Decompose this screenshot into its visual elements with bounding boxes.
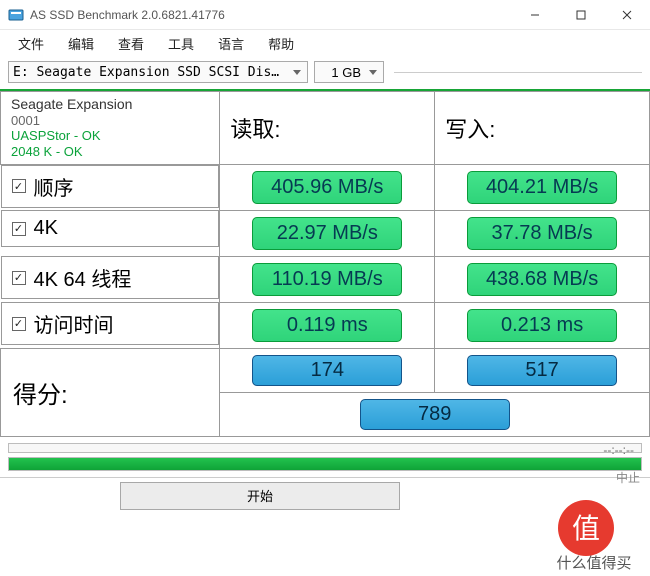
menu-view[interactable]: 查看 bbox=[108, 32, 154, 55]
checkbox-seq[interactable]: ✓ bbox=[12, 179, 26, 193]
row-access: ✓ 访问时间 bbox=[1, 302, 220, 345]
value-seq-write: 404.21 MB/s bbox=[467, 171, 617, 204]
close-button[interactable] bbox=[604, 0, 650, 30]
window-title: AS SSD Benchmark 2.0.6821.41776 bbox=[30, 8, 512, 22]
cell-seq-read: 405.96 MB/s bbox=[220, 164, 435, 210]
progress-bar bbox=[8, 443, 642, 453]
start-button-label: 开始 bbox=[247, 486, 273, 505]
results-table: Seagate Expansion 0001 UASPStor - OK 204… bbox=[0, 91, 650, 437]
watermark-logo-text: 值 bbox=[572, 513, 600, 545]
toolbar: E: Seagate Expansion SSD SCSI Dis… 1 GB bbox=[0, 57, 650, 91]
menu-language[interactable]: 语言 bbox=[208, 32, 254, 55]
size-select[interactable]: 1 GB bbox=[314, 61, 384, 83]
cell-4k64-read: 110.19 MB/s bbox=[220, 256, 435, 302]
elapsed-time: --:--:-- bbox=[603, 443, 634, 457]
toolbar-spacer bbox=[394, 72, 642, 73]
drive-select[interactable]: E: Seagate Expansion SSD SCSI Dis… bbox=[8, 61, 308, 83]
cell-access-read: 0.119 ms bbox=[220, 302, 435, 348]
checkbox-4k64[interactable]: ✓ bbox=[12, 271, 26, 285]
value-4k64-read: 110.19 MB/s bbox=[252, 263, 402, 296]
cell-4k64-write: 438.68 MB/s bbox=[435, 256, 650, 302]
title-bar: AS SSD Benchmark 2.0.6821.41776 bbox=[0, 0, 650, 30]
value-4k-write: 37.78 MB/s bbox=[467, 217, 617, 250]
cell-4k-read: 22.97 MB/s bbox=[220, 210, 435, 256]
checkbox-access[interactable]: ✓ bbox=[12, 317, 26, 331]
row-4k: ✓ 4K bbox=[1, 210, 220, 247]
value-4k-read: 22.97 MB/s bbox=[252, 217, 402, 250]
value-access-read: 0.119 ms bbox=[252, 309, 402, 342]
app-icon bbox=[8, 7, 24, 23]
label-4k64: 4K 64 线程 bbox=[34, 263, 132, 292]
menu-file[interactable]: 文件 bbox=[8, 32, 54, 55]
header-read: 读取: bbox=[220, 92, 435, 165]
label-seq: 顺序 bbox=[34, 172, 74, 201]
device-driver-status: UASPStor - OK bbox=[11, 128, 209, 144]
cell-score-total: 789 bbox=[220, 392, 650, 436]
menu-bar: 文件 编辑 查看 工具 语言 帮助 bbox=[0, 30, 650, 57]
menu-edit[interactable]: 编辑 bbox=[58, 32, 104, 55]
window-buttons bbox=[512, 0, 650, 30]
row-4k64: ✓ 4K 64 线程 bbox=[1, 256, 220, 299]
cell-seq-write: 404.21 MB/s bbox=[435, 164, 650, 210]
value-score-total: 789 bbox=[360, 399, 510, 430]
device-name: Seagate Expansion bbox=[11, 96, 209, 113]
value-score-read: 174 bbox=[252, 355, 402, 386]
value-seq-read: 405.96 MB/s bbox=[252, 171, 402, 204]
drive-select-value: E: Seagate Expansion SSD SCSI Dis… bbox=[13, 65, 279, 80]
watermark-badge: 值 什么值得买 中止 bbox=[510, 456, 650, 576]
device-alignment-status: 2048 K - OK bbox=[11, 144, 209, 160]
menu-tools[interactable]: 工具 bbox=[158, 32, 204, 55]
header-write: 写入: bbox=[435, 92, 650, 165]
maximize-button[interactable] bbox=[558, 0, 604, 30]
device-info-cell: Seagate Expansion 0001 UASPStor - OK 204… bbox=[1, 92, 220, 165]
cell-score-read: 174 bbox=[220, 348, 435, 392]
value-score-write: 517 bbox=[467, 355, 617, 386]
start-button[interactable]: 开始 bbox=[120, 482, 400, 510]
label-access: 访问时间 bbox=[34, 309, 114, 338]
cell-score-write: 517 bbox=[435, 348, 650, 392]
score-label: 得分: bbox=[1, 348, 220, 436]
row-seq: ✓ 顺序 bbox=[1, 165, 220, 208]
checkbox-4k[interactable]: ✓ bbox=[12, 222, 26, 236]
label-4k: 4K bbox=[34, 217, 58, 240]
cell-4k-write: 37.78 MB/s bbox=[435, 210, 650, 256]
minimize-button[interactable] bbox=[512, 0, 558, 30]
size-select-value: 1 GB bbox=[331, 65, 361, 80]
progress-bar-2 bbox=[8, 457, 642, 471]
watermark-brand-text: 什么值得买 bbox=[556, 555, 631, 572]
cell-access-write: 0.213 ms bbox=[435, 302, 650, 348]
menu-help[interactable]: 帮助 bbox=[258, 32, 304, 55]
device-firmware: 0001 bbox=[11, 113, 209, 129]
value-access-write: 0.213 ms bbox=[467, 309, 617, 342]
button-row: 开始 bbox=[0, 477, 650, 514]
value-4k64-write: 438.68 MB/s bbox=[467, 263, 617, 296]
